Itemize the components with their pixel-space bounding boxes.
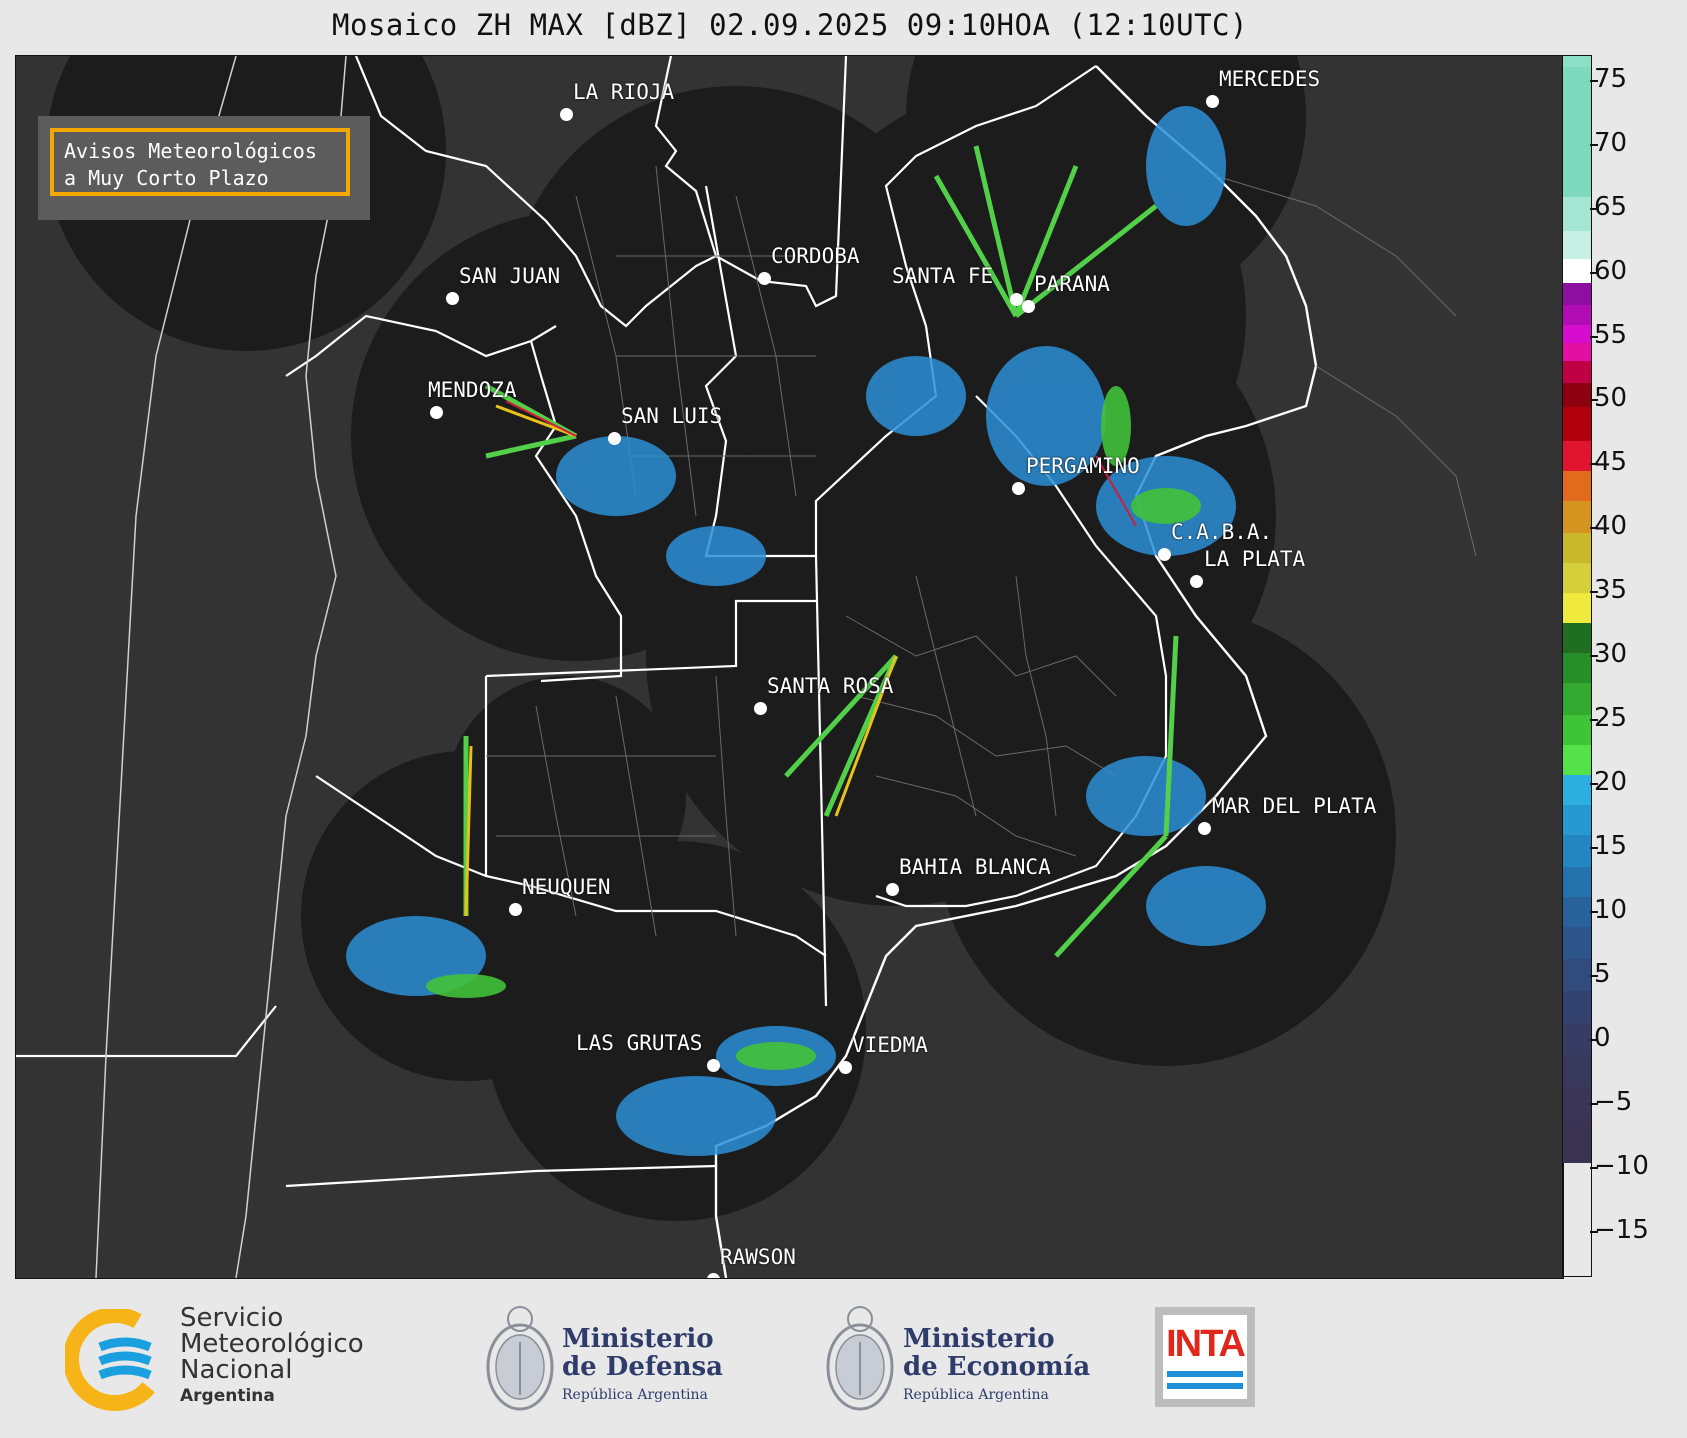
colorbar-tick-label: 55 <box>1589 319 1628 350</box>
alert-line-2: a Muy Corto Plazo <box>64 166 269 190</box>
city-label: BAHIA BLANCA <box>899 855 1051 879</box>
colorbar-tick-label: −15 <box>1590 1215 1649 1246</box>
footer-logos: Servicio Meteorológico Nacional Argentin… <box>0 1277 1687 1438</box>
city-label: LA PLATA <box>1204 547 1306 571</box>
city-marker-dot[interactable] <box>1198 822 1211 835</box>
city-label: PERGAMINO <box>1026 454 1140 478</box>
colorbar-tick-label: 30 <box>1589 639 1628 670</box>
city-marker-dot[interactable] <box>754 702 767 715</box>
city-marker-dot[interactable] <box>1010 293 1023 306</box>
city-label: C.A.B.A. <box>1171 520 1273 544</box>
colorbar-tick-label: 65 <box>1589 191 1628 222</box>
colorbar-tick-label: 60 <box>1589 255 1628 286</box>
colorbar-tick-label: 70 <box>1589 127 1628 158</box>
city-label: LAS GRUTAS <box>576 1031 703 1055</box>
defensa-seal-icon <box>486 1306 554 1411</box>
city-marker-dot[interactable] <box>1022 300 1035 313</box>
economia-line-1: Ministerio <box>903 1324 1055 1354</box>
colorbar-tick-label: 5 <box>1590 959 1611 990</box>
alert-line-1: Avisos Meteorológicos <box>64 139 317 163</box>
colorbar-tick-label: 0 <box>1590 1023 1611 1054</box>
smn-line-3: Nacional <box>180 1355 293 1385</box>
colorbar-tick-label: 45 <box>1589 447 1628 478</box>
city-marker-dot[interactable] <box>430 406 443 419</box>
inta-logo-text: INTA <box>1166 1323 1246 1365</box>
city-marker-dot[interactable] <box>839 1061 852 1074</box>
defensa-line-2: de Defensa <box>562 1352 723 1382</box>
city-marker-dot[interactable] <box>1190 575 1203 588</box>
city-marker-dot[interactable] <box>446 292 459 305</box>
city-label: SANTA FE <box>892 264 994 288</box>
city-label: VIEDMA <box>852 1033 928 1057</box>
colorbar-tick-label: 25 <box>1589 703 1628 734</box>
colorbar-tick-label: 35 <box>1589 575 1628 606</box>
smn-logo-icon <box>65 1309 167 1411</box>
alert-panel-text[interactable]: Avisos Meteorológicos a Muy Corto Plazo <box>50 128 350 196</box>
colorbar <box>1562 55 1592 1277</box>
colorbar-tick-label: −5 <box>1589 1087 1633 1118</box>
defensa-logo-text: Ministerio de Defensa República Argentin… <box>562 1325 723 1409</box>
colorbar-tick-label: 40 <box>1589 511 1628 542</box>
city-marker-dot[interactable] <box>707 1059 720 1072</box>
colorbar-tick-label: −10 <box>1590 1151 1649 1182</box>
city-label: CORDOBA <box>771 244 860 268</box>
city-label: SAN LUIS <box>621 404 723 428</box>
smn-line-4: Argentina <box>180 1386 275 1406</box>
city-label: MERCEDES <box>1219 67 1321 91</box>
colorbar-tick-label: 75 <box>1589 63 1628 94</box>
city-label: SAN JUAN <box>459 264 561 288</box>
city-marker-dot[interactable] <box>758 272 771 285</box>
economia-logo-text: Ministerio de Economía República Argenti… <box>903 1325 1090 1409</box>
colorbar-tick-label: 50 <box>1589 383 1628 414</box>
radar-map[interactable]: Avisos Meteorológicos a Muy Corto Plazo … <box>15 55 1564 1279</box>
city-marker-dot[interactable] <box>1012 482 1025 495</box>
city-label: SANTA ROSA <box>767 674 894 698</box>
city-label: RAWSON <box>720 1245 796 1269</box>
economia-line-3: República Argentina <box>903 1387 1049 1403</box>
alert-panel[interactable]: Avisos Meteorológicos a Muy Corto Plazo <box>38 116 370 220</box>
city-label: MAR DEL PLATA <box>1212 794 1377 818</box>
smn-line-1: Servicio <box>180 1303 284 1333</box>
colorbar-tick-label: 20 <box>1589 767 1628 798</box>
city-label: NEUQUEN <box>522 875 611 899</box>
map-title: Mosaico ZH MAX [dBZ] 02.09.2025 09:10HOA… <box>332 8 1248 42</box>
colorbar-tick-label: 15 <box>1589 831 1628 862</box>
smn-logo-text: Servicio Meteorológico Nacional Argentin… <box>180 1305 364 1409</box>
city-marker-dot[interactable] <box>608 432 621 445</box>
city-marker-dot[interactable] <box>509 903 522 916</box>
economia-seal-icon <box>826 1306 894 1411</box>
city-label: LA RIOJA <box>573 80 675 104</box>
smn-line-2: Meteorológico <box>180 1329 364 1359</box>
map-basemap <box>16 56 1563 1278</box>
defensa-line-3: República Argentina <box>562 1387 708 1403</box>
city-marker-dot[interactable] <box>886 883 899 896</box>
economia-line-2: de Economía <box>903 1352 1091 1382</box>
inta-logo: INTA <box>1155 1307 1255 1407</box>
city-label: PARANA <box>1034 272 1110 296</box>
city-label: MENDOZA <box>428 378 517 402</box>
city-marker-dot[interactable] <box>1206 95 1219 108</box>
city-marker-dot[interactable] <box>1158 548 1171 561</box>
colorbar-tick-label: 10 <box>1589 895 1628 926</box>
city-marker-dot[interactable] <box>560 108 573 121</box>
defensa-line-1: Ministerio <box>562 1324 714 1354</box>
